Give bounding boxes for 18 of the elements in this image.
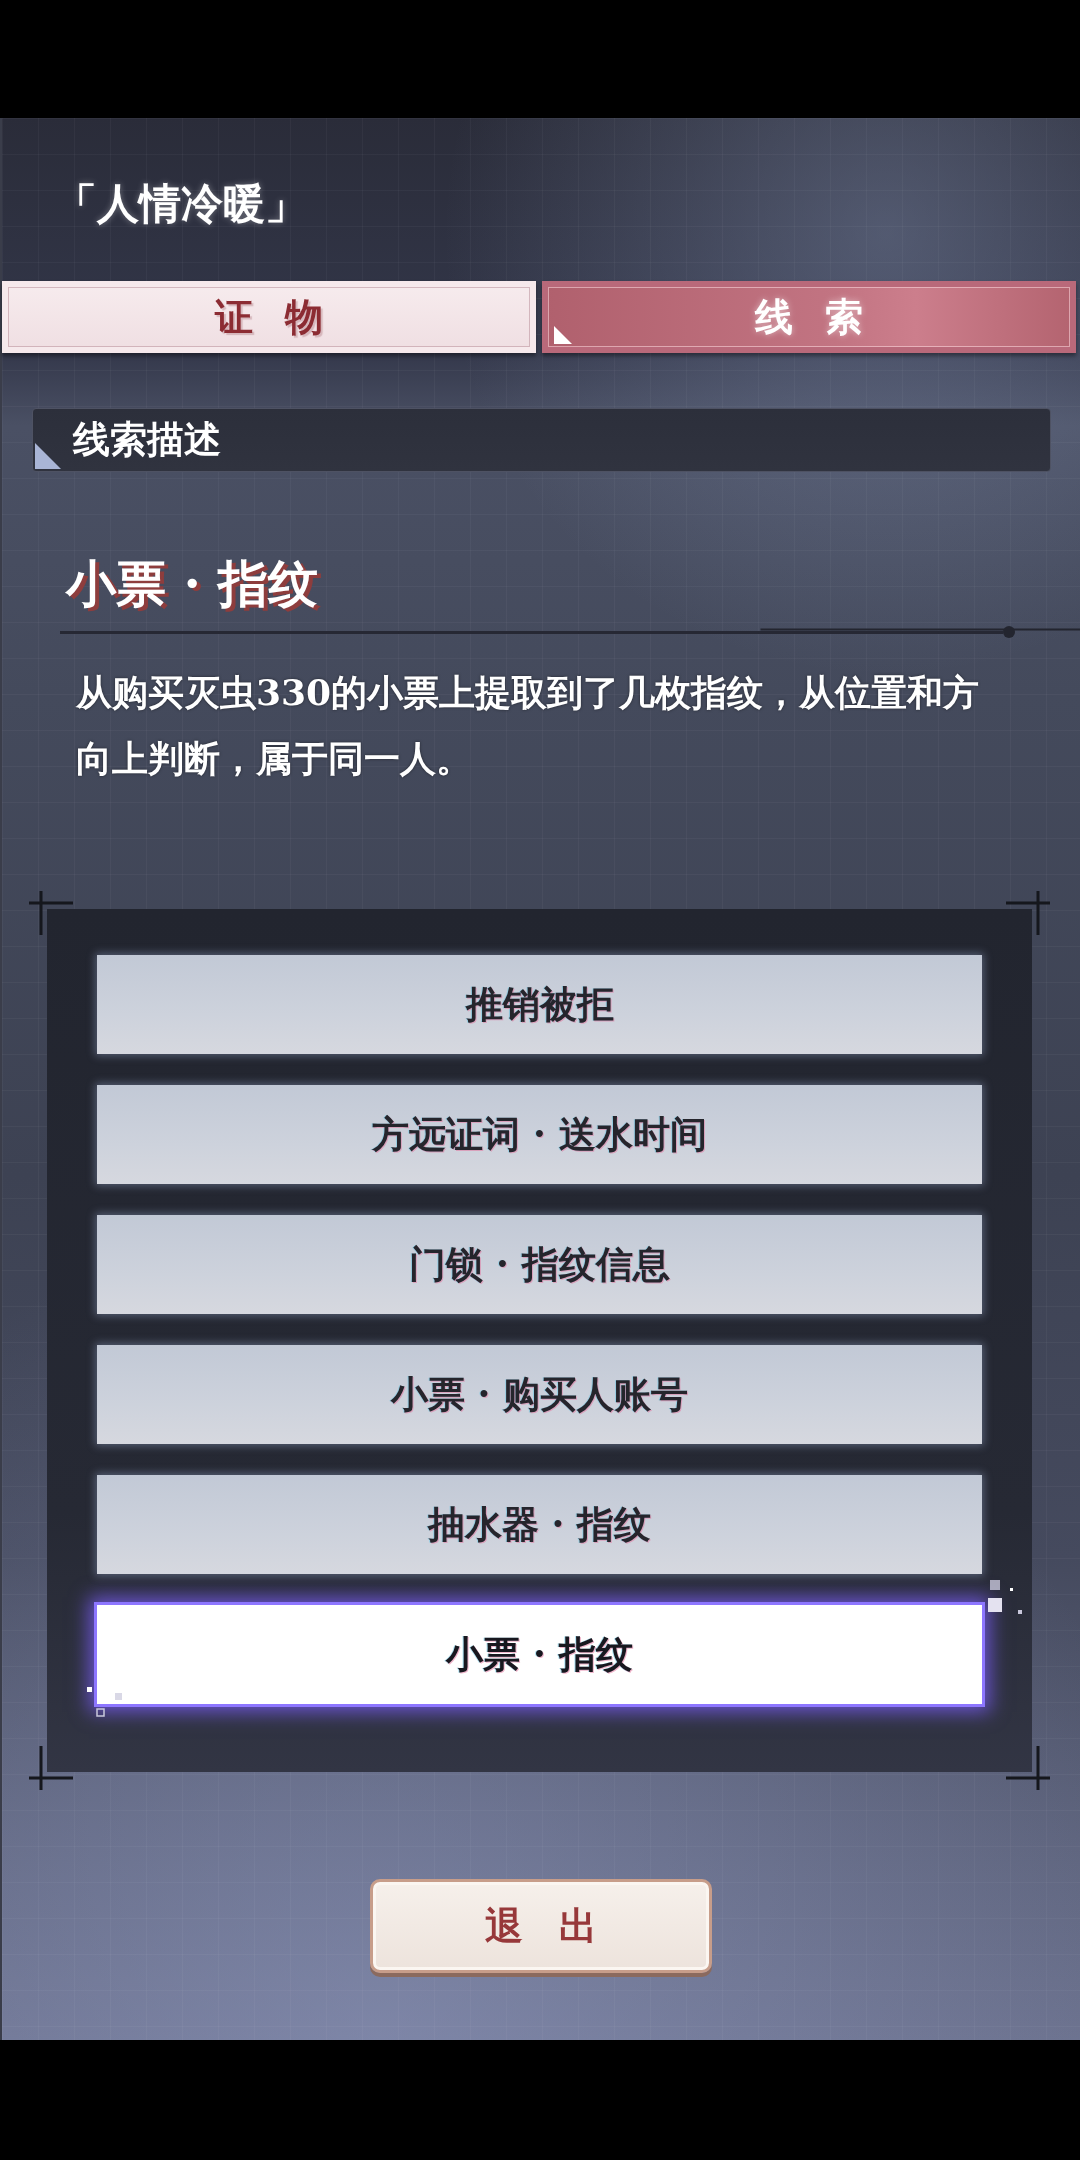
corner-triangle-icon bbox=[35, 443, 61, 469]
tab[interactable]: 线 索 bbox=[542, 281, 1076, 353]
clue-option[interactable]: 小票 · 购买人账号 bbox=[97, 1345, 982, 1444]
clue-option[interactable]: 抽水器 · 指纹 bbox=[97, 1475, 982, 1574]
corner-triangle-icon bbox=[554, 326, 572, 344]
corner-mark-icon bbox=[1006, 1746, 1050, 1790]
clue-option[interactable]: 推销被拒 bbox=[97, 955, 982, 1054]
clue-option[interactable]: 方远证词 · 送水时间 bbox=[97, 1085, 982, 1184]
chapter-title: 「人情冷暖」 bbox=[55, 178, 308, 230]
corner-mark-icon bbox=[29, 1746, 73, 1790]
section-title: 线索描述 bbox=[73, 416, 221, 463]
corner-mark-icon bbox=[29, 891, 73, 935]
tab[interactable]: 证 物 bbox=[2, 281, 536, 353]
corner-mark-icon bbox=[1006, 891, 1050, 935]
clue-title: 小票 · 指纹 bbox=[66, 553, 320, 615]
clue-description: 从购买灭虫330的小票上提取到了几枚指纹，从位置和方向上判断，属于同一人。 bbox=[76, 670, 981, 781]
clue-option[interactable]: 小票 · 指纹 bbox=[97, 1605, 982, 1704]
clue-option[interactable]: 门锁 · 指纹信息 bbox=[97, 1215, 982, 1314]
